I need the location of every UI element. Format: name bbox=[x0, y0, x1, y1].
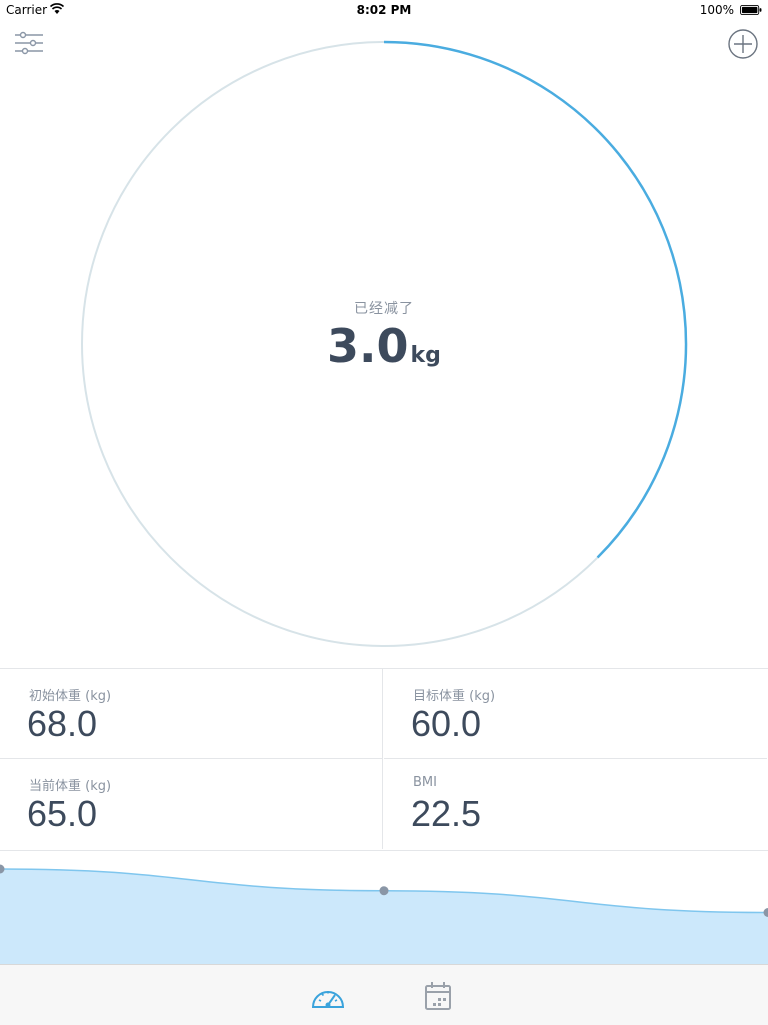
stat-label: 目标体重 (kg) bbox=[413, 685, 495, 704]
stat-label: 当前体重 (kg) bbox=[29, 775, 111, 794]
trend-point bbox=[380, 886, 389, 895]
plus-circle-icon bbox=[727, 28, 759, 60]
stat-value: 22.5 bbox=[411, 793, 481, 835]
weight-trend-chart bbox=[0, 849, 768, 965]
stat-initial-weight: 初始体重 (kg) 68.0 bbox=[0, 669, 383, 759]
weight-lost-value: 3.0kg bbox=[80, 320, 688, 382]
clock: 8:02 PM bbox=[0, 3, 768, 17]
weight-lost-unit: kg bbox=[411, 343, 441, 368]
stat-value: 68.0 bbox=[27, 703, 97, 745]
filter-sliders-icon bbox=[13, 28, 45, 60]
trend-area bbox=[0, 869, 768, 965]
add-record-button[interactable] bbox=[727, 28, 759, 60]
weight-lost-label: 已经减了 bbox=[80, 298, 688, 318]
stat-label: 初始体重 (kg) bbox=[29, 685, 111, 704]
speedometer-icon bbox=[308, 975, 348, 1015]
tab-bar bbox=[0, 964, 768, 1025]
stat-value: 65.0 bbox=[27, 793, 97, 835]
stats-grid: 初始体重 (kg) 68.0 目标体重 (kg) 60.0 当前体重 (kg) … bbox=[0, 668, 768, 851]
filter-button[interactable] bbox=[13, 28, 45, 60]
weight-lost-summary: 已经减了 3.0kg bbox=[80, 298, 688, 382]
status-bar: Carrier 8:02 PM 100% bbox=[0, 0, 768, 20]
stat-bmi: BMI 22.5 bbox=[384, 759, 767, 849]
stat-label: BMI bbox=[413, 775, 437, 790]
weight-lost-number: 3.0 bbox=[327, 319, 409, 373]
calendar-icon bbox=[418, 975, 458, 1015]
stat-current-weight: 当前体重 (kg) 65.0 bbox=[0, 759, 383, 849]
stat-value: 60.0 bbox=[411, 703, 481, 745]
battery-percentage: 100% bbox=[700, 3, 734, 17]
stat-target-weight: 目标体重 (kg) 60.0 bbox=[384, 669, 767, 759]
tab-calendar[interactable] bbox=[418, 975, 458, 1015]
battery-icon bbox=[740, 5, 762, 15]
tab-dashboard[interactable] bbox=[308, 975, 348, 1015]
